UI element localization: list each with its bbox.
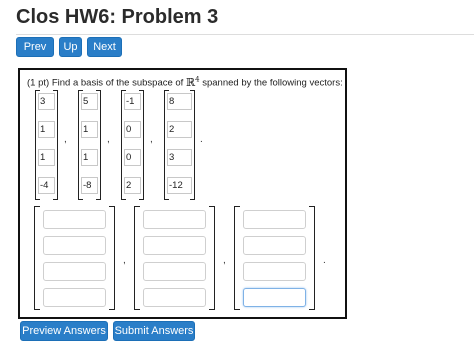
real-space-symbol: ℝ4 [185,75,200,89]
vector-entry: 2 [167,121,192,138]
problem-box: (1 pt) Find a basis of the subspace of ℝ… [18,68,347,319]
next-button[interactable]: Next [87,37,122,57]
answer-entry-field[interactable] [243,262,306,281]
answer-entry-field[interactable] [143,210,206,229]
problem-statement: (1 pt) Find a basis of the subspace of ℝ… [27,75,343,89]
given-vector-2: 5 1 1 -8 [78,90,101,200]
comma-separator: , [64,134,67,145]
comma-separator: , [107,134,110,145]
period: . [323,255,326,266]
points-label: (1 pt) [27,77,50,89]
prev-button[interactable]: Prev [16,37,54,57]
given-vector-1: 3 1 1 -4 [35,90,58,200]
submit-answers-button[interactable]: Submit Answers [113,321,195,341]
answer-vector-2 [134,206,215,310]
vector-entry: 3 [167,149,192,166]
up-button[interactable]: Up [59,37,82,57]
statement-text-before: Find a basis of the subspace of [51,77,184,89]
answer-vector-1 [34,206,115,310]
title-divider [16,34,474,35]
vector-entry: -12 [167,177,192,194]
answer-entry-field[interactable] [243,236,306,255]
answer-vector-3 [234,206,315,310]
answer-entry-field[interactable] [143,236,206,255]
answer-entry-field[interactable] [243,288,306,307]
given-vector-3: -1 0 0 2 [121,90,144,200]
answer-entry-field[interactable] [43,262,106,281]
comma-separator: , [150,134,153,145]
period: . [200,134,203,145]
answer-entry-field[interactable] [43,210,106,229]
space-dimension: 4 [195,75,200,83]
statement-text-after: spanned by the following vectors: [202,77,343,89]
preview-answers-button[interactable]: Preview Answers [20,321,108,341]
given-vector-4: 8 2 3 -12 [164,90,195,200]
comma-separator: , [123,255,126,266]
vector-entry: 8 [167,93,192,110]
answer-entry-field[interactable] [243,210,306,229]
answer-entry-field[interactable] [43,236,106,255]
answer-entry-field[interactable] [143,262,206,281]
answer-entry-field[interactable] [43,288,106,307]
answer-entry-field[interactable] [143,288,206,307]
page-title: Clos HW6: Problem 3 [16,6,219,28]
comma-separator: , [223,255,226,266]
